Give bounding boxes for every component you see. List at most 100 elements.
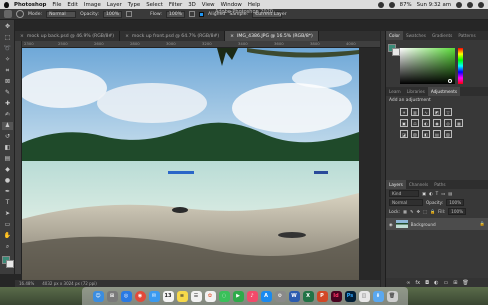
gradient-tool-icon[interactable]: ▤: [2, 155, 13, 163]
creative-cloud-icon[interactable]: [377, 1, 384, 8]
mail-icon[interactable]: ✉: [148, 290, 160, 302]
type-tool-icon[interactable]: T: [2, 199, 13, 207]
document-size[interactable]: 4032 px x 3024 px (72 ppi): [42, 281, 97, 286]
frame-tool-icon[interactable]: ⊠: [2, 78, 13, 86]
safari-icon[interactable]: ◎: [120, 290, 132, 302]
background-color-swatch[interactable]: [6, 260, 14, 268]
clock[interactable]: Sun 9:32 am: [417, 2, 451, 8]
path-selection-tool-icon[interactable]: ➤: [2, 210, 13, 218]
layer-row-background[interactable]: ◉ Background 🔒: [386, 218, 488, 230]
eraser-tool-icon[interactable]: ◧: [2, 144, 13, 152]
tab-close-icon[interactable]: ×: [125, 34, 129, 39]
tab-mock-up-back[interactable]: × mock up back.psd @ 46.9% (RGB/8#): [15, 31, 121, 41]
dodge-tool-icon[interactable]: ●: [2, 177, 13, 185]
tab-swatches[interactable]: Swatches: [403, 31, 429, 40]
chrome-icon[interactable]: ◉: [134, 290, 146, 302]
filter-shape-icon[interactable]: ▭: [441, 191, 445, 196]
filter-smart-object-icon[interactable]: ▤: [448, 191, 452, 196]
photoshop-icon[interactable]: Ps: [344, 290, 356, 302]
color-picker-cursor[interactable]: [448, 79, 452, 83]
pressure-opacity-icon[interactable]: [126, 11, 133, 17]
move-tool-icon[interactable]: ✥: [2, 23, 13, 31]
opacity-input[interactable]: 100%: [102, 10, 123, 18]
crop-tool-icon[interactable]: ⌗: [2, 67, 13, 75]
fill-input[interactable]: 100%: [448, 208, 467, 215]
zoom-level[interactable]: 16.48%: [19, 281, 34, 286]
launchpad-icon[interactable]: ⊞: [106, 290, 118, 302]
word-icon[interactable]: W: [288, 290, 300, 302]
menu-image[interactable]: Image: [84, 2, 101, 8]
new-adjustment-icon[interactable]: ◐: [434, 280, 438, 286]
photos-icon[interactable]: ✿: [204, 290, 216, 302]
visibility-eye-icon[interactable]: ◉: [389, 222, 393, 227]
music-icon[interactable]: ♪: [246, 290, 258, 302]
new-layer-icon[interactable]: ⊞: [453, 280, 457, 286]
lock-transparent-icon[interactable]: ▦: [403, 209, 407, 214]
aligned-checkbox[interactable]: [199, 11, 205, 17]
system-preferences-icon[interactable]: ⚙: [274, 290, 286, 302]
clone-stamp-tool-icon[interactable]: ♟: [2, 122, 13, 130]
tab-libraries[interactable]: Libraries: [404, 87, 428, 96]
magic-wand-tool-icon[interactable]: ✧: [2, 56, 13, 64]
filter-pixel-icon[interactable]: ▣: [422, 191, 426, 196]
color-balance-icon[interactable]: ⚖: [411, 119, 419, 127]
lasso-tool-icon[interactable]: ➰: [2, 45, 13, 53]
apple-icon[interactable]: [4, 1, 9, 8]
photo-filter-icon[interactable]: ◉: [433, 119, 441, 127]
home-icon[interactable]: [4, 10, 12, 18]
layer-name[interactable]: Background: [411, 222, 436, 227]
color-lookup-icon[interactable]: ▦: [455, 119, 463, 127]
powerpoint-icon[interactable]: P: [316, 290, 328, 302]
brush-tool-icon[interactable]: ✍: [2, 111, 13, 119]
hue-slider[interactable]: [458, 48, 463, 84]
color-picker-field[interactable]: [400, 48, 455, 84]
filter-adjustment-icon[interactable]: ◐: [429, 191, 433, 196]
blur-tool-icon[interactable]: ◆: [2, 166, 13, 174]
lock-artboard-icon[interactable]: ⬚: [423, 209, 427, 214]
tab-learn[interactable]: Learn: [386, 87, 404, 96]
lock-all-icon[interactable]: 🔒: [430, 209, 435, 215]
finder-icon[interactable]: ☺: [92, 290, 104, 302]
filter-type-icon[interactable]: T: [436, 191, 439, 196]
healing-brush-tool-icon[interactable]: ✚: [2, 100, 13, 108]
tab-gradients[interactable]: Gradients: [429, 31, 455, 40]
document-canvas[interactable]: [22, 48, 359, 280]
channel-mixer-icon[interactable]: ◎: [444, 119, 452, 127]
posterize-icon[interactable]: ▧: [411, 130, 419, 138]
preview-icon[interactable]: ◫: [358, 290, 370, 302]
notes-icon[interactable]: ≡: [176, 290, 188, 302]
wifi-icon[interactable]: [388, 1, 395, 8]
layer-opacity-input[interactable]: 100%: [446, 199, 465, 206]
calendar-icon[interactable]: 13: [162, 290, 174, 302]
menu-view[interactable]: View: [202, 2, 215, 8]
tab-channels[interactable]: Channels: [406, 180, 431, 189]
link-layers-icon[interactable]: ∞: [406, 280, 410, 286]
sample-select[interactable]: Current Layer: [252, 10, 287, 18]
mode-select[interactable]: Normal: [46, 10, 77, 18]
menu-window[interactable]: Window: [221, 2, 242, 8]
tab-color[interactable]: Color: [386, 31, 403, 40]
indesign-icon[interactable]: Id: [330, 290, 342, 302]
eyedropper-tool-icon[interactable]: ✎: [2, 89, 13, 97]
layer-mask-icon[interactable]: ◘: [425, 280, 429, 286]
facetime-icon[interactable]: ▶: [232, 290, 244, 302]
siri-icon[interactable]: [467, 1, 473, 8]
excel-icon[interactable]: X: [302, 290, 314, 302]
brightness-contrast-icon[interactable]: ☀: [400, 108, 408, 116]
vibrance-icon[interactable]: ▽: [444, 108, 452, 116]
ruler-vertical[interactable]: [15, 41, 22, 274]
menu-3d[interactable]: 3D: [188, 2, 196, 8]
ruler-horizontal[interactable]: 2300 2500 2600 2800 3000 3200 3400 3600 …: [22, 41, 380, 48]
hand-tool-icon[interactable]: ✋: [2, 232, 13, 240]
tab-paths[interactable]: Paths: [431, 180, 448, 189]
menu-app-name[interactable]: Photoshop: [14, 2, 46, 8]
menu-filter[interactable]: Filter: [169, 2, 182, 8]
battery-percent[interactable]: 87%: [400, 2, 412, 8]
spotlight-icon[interactable]: [456, 1, 462, 8]
blend-mode-select[interactable]: Normal: [389, 199, 423, 206]
tab-close-icon[interactable]: ×: [20, 34, 24, 39]
zoom-tool-icon[interactable]: ⌕: [2, 243, 13, 251]
menu-edit[interactable]: Edit: [67, 2, 77, 8]
menu-type[interactable]: Type: [128, 2, 140, 8]
menu-file[interactable]: File: [52, 2, 61, 8]
